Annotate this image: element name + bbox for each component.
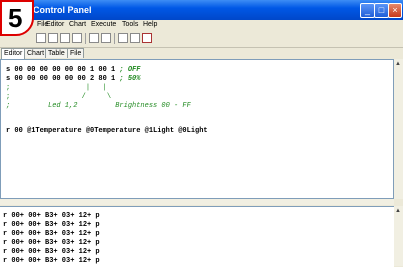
menu-chart[interactable]: Chart: [69, 21, 86, 28]
menu-editor[interactable]: Editor: [46, 21, 64, 28]
toolbar: [0, 31, 403, 48]
table-icon[interactable]: [130, 33, 140, 43]
output-console: r 00+ 00+ B3+ 03+ 12+ p r 00+ 00+ B3+ 03…: [0, 206, 394, 267]
close-button[interactable]: ×: [388, 3, 402, 18]
editor-line: ; | |: [6, 84, 107, 92]
tab-file[interactable]: File: [67, 48, 85, 58]
copy-icon[interactable]: [60, 33, 70, 43]
editor-vertical-scrollbar[interactable]: ▲: [394, 59, 403, 199]
menu-help[interactable]: Help: [143, 21, 157, 28]
console-line: r 00+ 00+ B3+ 03+ 12+ p: [3, 248, 100, 256]
console-line: r 00+ 00+ B3+ 03+ 12+ p: [3, 230, 100, 238]
console-vertical-scrollbar[interactable]: ▲: [394, 206, 403, 266]
editor-line: ; / \: [6, 93, 112, 101]
console-line: r 00+ 00+ B3+ 03+ 12+ p: [3, 257, 100, 265]
menu-execute[interactable]: Execute: [91, 21, 116, 28]
minimize-button[interactable]: _: [360, 3, 375, 18]
tab-bar: Editor Chart Table File: [0, 48, 403, 59]
script-editor[interactable]: s 00 00 00 00 00 00 1 00 1 ; OFF s 00 00…: [0, 59, 394, 199]
run-icon[interactable]: [89, 33, 99, 43]
stop-icon[interactable]: [142, 33, 152, 43]
chart-icon[interactable]: [118, 33, 128, 43]
editor-line: r 00 @1Temperature @0Temperature @1Light…: [6, 127, 208, 135]
editor-horizontal-scrollbar[interactable]: [0, 199, 394, 205]
scroll-up-icon[interactable]: ▲: [395, 208, 401, 214]
console-line: r 00+ 00+ B3+ 03+ 12+ p: [3, 221, 100, 229]
paste-icon[interactable]: [72, 33, 82, 43]
tab-table[interactable]: Table: [45, 48, 68, 58]
editor-line: ; Led 1,2 Brightness 00 - FF: [6, 102, 191, 110]
console-line: r 00+ 00+ B3+ 03+ 12+ p: [3, 239, 100, 247]
save-icon[interactable]: [36, 33, 46, 43]
maximize-button[interactable]: □: [374, 3, 389, 18]
tab-chart[interactable]: Chart: [24, 48, 48, 58]
cut-icon[interactable]: [48, 33, 58, 43]
editor-line: s 00 00 00 00 00 00 1 00 1 ; OFF: [6, 66, 141, 74]
toolbar-separator: [85, 33, 86, 44]
step-number: 5: [8, 3, 23, 33]
tab-editor[interactable]: Editor: [1, 48, 26, 59]
console-line: r 00+ 00+ B3+ 03+ 12+ p: [3, 212, 100, 220]
menu-bar: File Editor Chart Execute Tools Help: [0, 20, 403, 31]
menu-tools[interactable]: Tools: [122, 21, 138, 28]
list-icon[interactable]: [101, 33, 111, 43]
title-bar: Control Panel _ □ ×: [0, 0, 403, 20]
window-title: Control Panel: [33, 5, 92, 15]
toolbar-separator: [114, 33, 115, 44]
editor-line: s 00 00 00 00 00 00 2 80 1 ; 50%: [6, 75, 141, 83]
scroll-up-icon[interactable]: ▲: [395, 61, 401, 67]
